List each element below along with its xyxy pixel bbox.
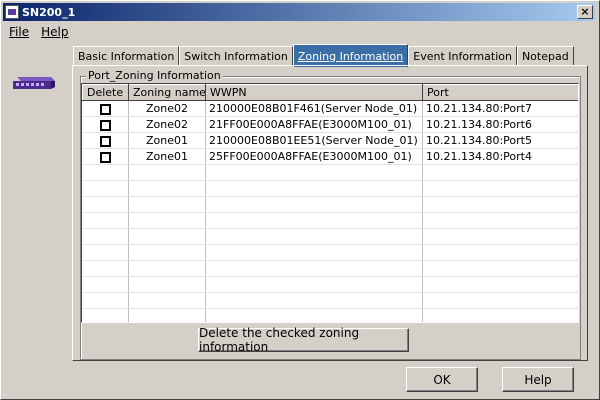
delete-cell	[82, 116, 129, 133]
menu-help-label: Help	[41, 25, 69, 39]
delete-checked-button[interactable]: Delete the checked zoning information	[198, 326, 409, 354]
empty-row	[82, 276, 578, 293]
delete-checkbox[interactable]	[99, 103, 111, 115]
empty-row	[82, 292, 578, 309]
group-label: Port_Zoning Information	[86, 69, 223, 82]
zoning-table: Delete Zoning name WWPN Port Zone02 2100…	[81, 83, 579, 323]
tab-zoning-information[interactable]: Zoning Information	[292, 44, 409, 67]
delete-cell	[82, 100, 129, 117]
col-zoning-name[interactable]: Zoning name	[128, 84, 206, 101]
delete-cell	[82, 132, 129, 149]
empty-row	[82, 196, 578, 213]
wwpn-cell: 21FF00E000A8FFAE(E3000M100_01)	[205, 116, 423, 133]
empty-row	[82, 260, 578, 277]
table-row[interactable]: Zone02 21FF00E000A8FFAE(E3000M100_01) 10…	[82, 116, 578, 133]
menu-file[interactable]: File	[3, 23, 35, 41]
menu-bar: File Help	[3, 23, 74, 41]
zone-cell: Zone02	[128, 100, 206, 117]
port-cell: 10.21.134.80:Port7	[422, 100, 578, 117]
port-cell: 10.21.134.80:Port6	[422, 116, 578, 133]
wwpn-cell: 210000E08B01EE51(Server Node_01)	[205, 132, 423, 149]
switch-device-icon	[13, 77, 55, 89]
wwpn-cell: 210000E08B01F461(Server Node_01)	[205, 100, 423, 117]
table-row[interactable]: Zone02 210000E08B01F461(Server Node_01) …	[82, 100, 578, 117]
app-icon	[5, 5, 19, 19]
delete-cell	[82, 148, 129, 165]
zone-cell: Zone01	[128, 148, 206, 165]
zone-cell: Zone02	[128, 116, 206, 133]
empty-row	[82, 164, 578, 181]
delete-checkbox[interactable]	[99, 119, 111, 131]
empty-row	[82, 308, 578, 322]
table-row[interactable]: Zone01 210000E08B01EE51(Server Node_01) …	[82, 132, 578, 149]
col-delete[interactable]: Delete	[82, 84, 129, 101]
close-icon[interactable]: ×	[577, 5, 593, 19]
tab-switch-information[interactable]: Switch Information	[179, 46, 293, 66]
delete-checkbox[interactable]	[99, 135, 111, 147]
col-wwpn[interactable]: WWPN	[205, 84, 423, 101]
table-row[interactable]: Zone01 25FF00E000A8FFAE(E3000M100_01) 10…	[82, 148, 578, 165]
menu-help[interactable]: Help	[35, 23, 74, 41]
tab-strip: Basic Information Switch Information Zon…	[73, 44, 574, 67]
empty-row	[82, 244, 578, 261]
empty-row	[82, 180, 578, 197]
delete-checkbox[interactable]	[99, 151, 111, 163]
window-title: SN200_1	[22, 5, 76, 19]
wwpn-cell: 25FF00E000A8FFAE(E3000M100_01)	[205, 148, 423, 165]
title-bar[interactable]: SN200_1 ×	[3, 3, 595, 21]
help-button[interactable]: Help	[502, 367, 574, 392]
empty-row	[82, 228, 578, 245]
tab-basic-information[interactable]: Basic Information	[73, 46, 180, 66]
zone-cell: Zone01	[128, 132, 206, 149]
ok-button[interactable]: OK	[406, 367, 478, 392]
tab-notepad[interactable]: Notepad	[516, 46, 574, 66]
menu-file-label: File	[9, 25, 30, 39]
empty-row	[82, 212, 578, 229]
port-cell: 10.21.134.80:Port4	[422, 148, 578, 165]
tab-event-information[interactable]: Event Information	[408, 46, 517, 66]
col-port[interactable]: Port	[422, 84, 578, 101]
port-cell: 10.21.134.80:Port5	[422, 132, 578, 149]
